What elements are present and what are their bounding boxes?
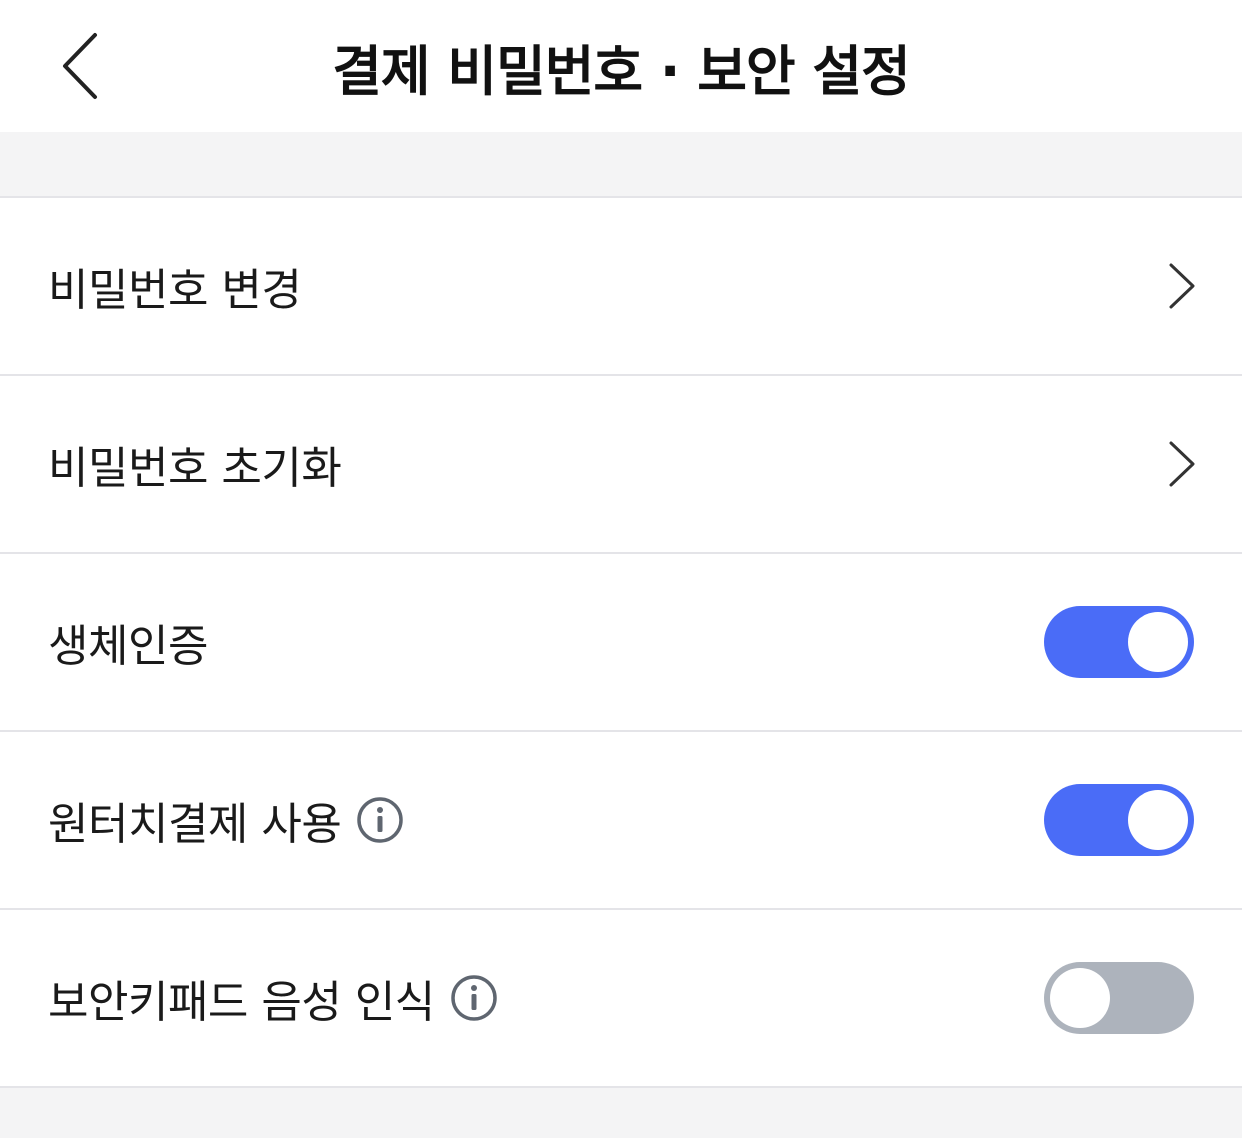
page-title: 결제 비밀번호 · 보안 설정 (332, 39, 911, 103)
row-label-group: 원터치결제 사용 (48, 788, 405, 852)
back-button[interactable] (48, 28, 114, 104)
chevron-left-icon (63, 33, 97, 99)
biometric-toggle[interactable] (1044, 606, 1194, 678)
info-icon[interactable] (355, 795, 405, 845)
row-label: 비밀번호 초기화 (48, 443, 342, 494)
one-touch-payment-toggle[interactable] (1044, 784, 1194, 856)
row-change-password[interactable]: 비밀번호 변경 (0, 198, 1242, 376)
row-reset-password[interactable]: 비밀번호 초기화 (0, 376, 1242, 554)
info-icon[interactable] (449, 973, 499, 1023)
bottom-spacer (0, 1088, 1242, 1128)
section-spacer (0, 132, 1242, 198)
chevron-right-icon (1162, 256, 1202, 316)
row-label: 보안키패드 음성 인식 (48, 977, 435, 1028)
settings-list: 비밀번호 변경 비밀번호 초기화 생체인증 원터치결제 사용 보안키패드 음성 … (0, 198, 1242, 1088)
row-biometric: 생체인증 (0, 554, 1242, 732)
row-label: 생체인증 (48, 621, 208, 672)
toggle-knob (1128, 790, 1188, 850)
header-bar: 결제 비밀번호 · 보안 설정 (0, 0, 1242, 132)
toggle-knob (1050, 968, 1110, 1028)
toggle-knob (1128, 612, 1188, 672)
keypad-voice-toggle[interactable] (1044, 962, 1194, 1034)
row-keypad-voice: 보안키패드 음성 인식 (0, 910, 1242, 1088)
row-one-touch-payment: 원터치결제 사용 (0, 732, 1242, 910)
row-label: 원터치결제 사용 (48, 799, 342, 850)
chevron-right-icon (1162, 434, 1202, 494)
row-label-group: 보안키패드 음성 인식 (48, 966, 499, 1030)
row-label: 비밀번호 변경 (48, 265, 302, 316)
